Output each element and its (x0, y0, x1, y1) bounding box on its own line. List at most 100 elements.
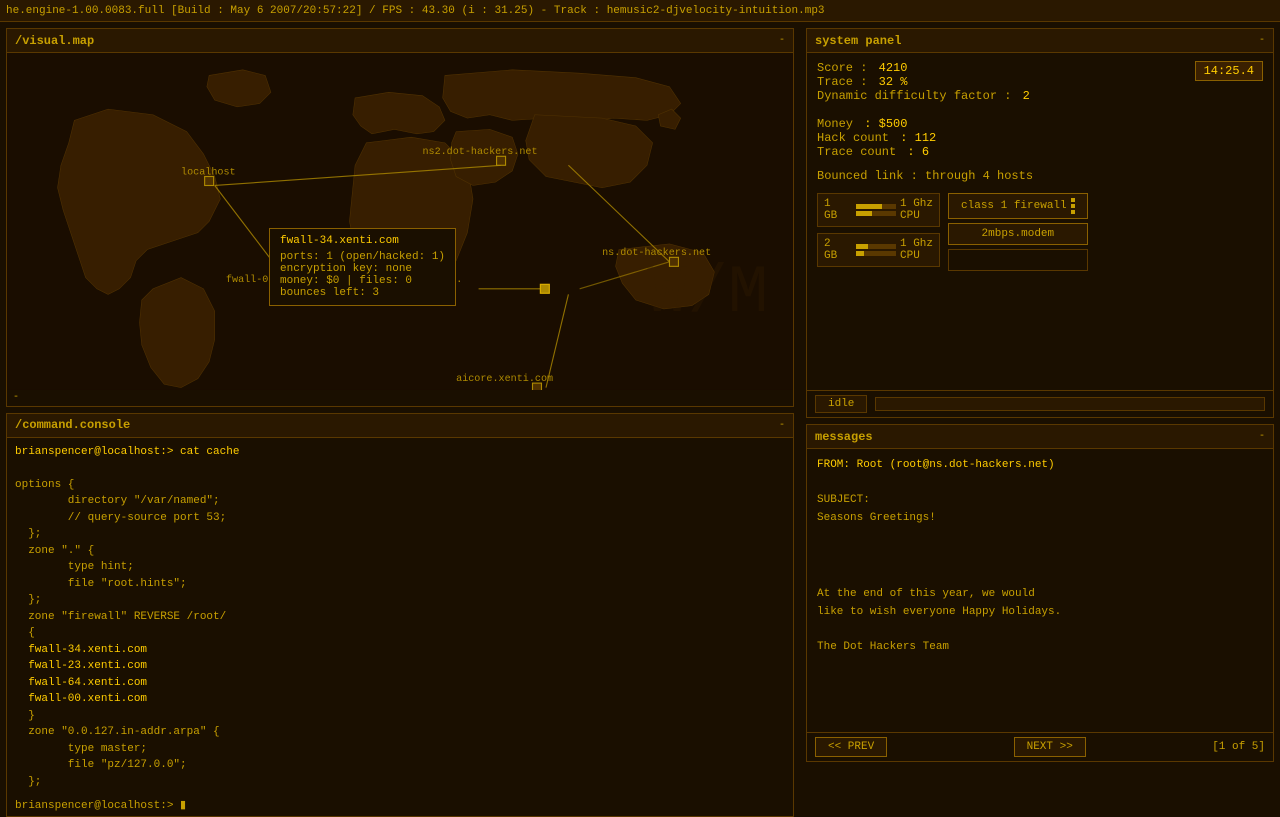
trace-count-value: : 6 (907, 145, 929, 159)
hw-ram-2: 2GB (824, 238, 852, 262)
hw-bar-2b (856, 251, 896, 256)
difficulty-value: 2 (1023, 89, 1030, 103)
messages-panel-title: messages (815, 430, 873, 444)
hw-bar-group-1 (856, 204, 896, 216)
hw-component-1: 1GB 1 GhzCPU (817, 193, 940, 227)
console-line-4: directory "/var/named"; (15, 493, 785, 510)
tooltip-encryption: encryption key: none (280, 263, 445, 275)
score-label: Score : (817, 61, 867, 75)
console-line-12: { (15, 625, 785, 642)
hw-component-2: 2GB 1 GhzCPU (817, 233, 940, 267)
message-from: FROM: Root (root@ns.dot-hackers.net) (817, 457, 1263, 475)
svg-text:localhost: localhost (181, 166, 236, 178)
hack-value: : 112 (900, 131, 936, 145)
status-idle-label: idle (815, 395, 867, 413)
console-line-21: }; (15, 774, 785, 791)
difficulty-line: Dynamic difficulty factor : 2 (817, 89, 1195, 103)
messages-content: FROM: Root (root@ns.dot-hackers.net) SUB… (807, 449, 1273, 732)
system-content: Score : 4210 Trace : 32 % Dynamic diffic… (807, 53, 1273, 390)
map-panel-header: /visual.map - (7, 29, 793, 53)
console-line-3: options { (15, 477, 785, 494)
message-body3 (817, 621, 1263, 639)
message-signature: The Dot Hackers Team (817, 639, 1263, 657)
empty-button[interactable] (948, 249, 1088, 271)
tooltip-title: fwall-34.xenti.com (280, 235, 445, 247)
money-value: : $500 (864, 117, 907, 131)
system-minimize-button[interactable]: - (1259, 35, 1265, 46)
hw-left: 1GB 1 GhzCPU (817, 193, 940, 267)
svg-text:W/M: W/M (647, 256, 768, 332)
trace-line: Trace : 32 % (817, 75, 1195, 89)
hw-bar-1b (856, 211, 896, 216)
divider2 (817, 159, 1263, 169)
hw-cpu-2: 1 GhzCPU (900, 238, 933, 262)
console-line-11: zone "firewall" REVERSE /root/ (15, 609, 785, 626)
hw-bar-group-2 (856, 244, 896, 256)
svg-text:aicore.xenti.com: aicore.xenti.com (456, 373, 553, 385)
messages-footer: << PREV NEXT >> [1 of 5] (807, 732, 1273, 761)
difficulty-label: Dynamic difficulty factor : (817, 89, 1011, 103)
bounced-line: Bounced link : through 4 hosts (817, 169, 1263, 183)
indicator-dot-1 (1071, 198, 1075, 202)
map-bottom-bar: - (7, 390, 793, 406)
hw-bar-fill-1a (856, 204, 882, 209)
console-line-5: // query-source port 53; (15, 510, 785, 527)
system-panel-title: system panel (815, 34, 901, 48)
console-line-9: file "root.hints"; (15, 576, 785, 593)
console-line-19: type master; (15, 741, 785, 758)
tooltip-money: money: $0 | files: 0 (280, 275, 445, 287)
console-line-6: }; (15, 526, 785, 543)
empty-button-label (1015, 254, 1022, 266)
firewall-button[interactable]: class 1 firewall (948, 193, 1088, 219)
message-subject: Seasons Greetings! (817, 510, 1263, 528)
hw-bar-fill-2b (856, 251, 864, 256)
system-status-bar: idle (807, 390, 1273, 417)
map-minimize-button[interactable]: - (779, 35, 785, 46)
trace-count-label: Trace count (817, 145, 896, 159)
title-bar: he.engine-1.00.0083.full [Build : May 6 … (0, 0, 1280, 22)
modem-button-label: 2mbps.modem (982, 228, 1055, 240)
message-blank3 (817, 545, 1263, 563)
message-body1: At the end of this year, we would (817, 586, 1263, 604)
messages-minimize-button[interactable]: - (1259, 431, 1265, 442)
svg-text:ns2.dot-hackers.net: ns2.dot-hackers.net (422, 146, 537, 158)
time-badge: 14:25.4 (1195, 61, 1263, 81)
score-row: Score : 4210 Trace : 32 % Dynamic diffic… (817, 61, 1263, 103)
hw-bar-fill-2a (856, 244, 868, 249)
indicator-dot-2 (1071, 204, 1075, 208)
console-input-line: brianspencer@localhost:> ▮ (7, 796, 793, 816)
console-line-1: brianspencer@localhost:> cat cache (15, 444, 785, 461)
score-block: Score : 4210 Trace : 32 % Dynamic diffic… (817, 61, 1195, 103)
trace-count-line: Trace count : 6 (817, 145, 1263, 159)
hw-bar-2a (856, 244, 896, 249)
console-content[interactable]: brianspencer@localhost:> cat cache optio… (7, 438, 793, 797)
hw-bar-1a (856, 204, 896, 209)
firewall-indicator (1071, 198, 1075, 214)
console-line-16: fwall-00.xenti.com (15, 691, 785, 708)
prev-message-button[interactable]: << PREV (815, 737, 887, 757)
modem-button[interactable]: 2mbps.modem (948, 223, 1088, 245)
status-progress-bar (875, 397, 1265, 411)
console-prompt: brianspencer@localhost:> (15, 800, 173, 812)
message-blank2 (817, 527, 1263, 545)
money-line: Money : $500 (817, 117, 1263, 131)
console-panel-header: /command.console - (7, 414, 793, 438)
next-message-button[interactable]: NEXT >> (1014, 737, 1086, 757)
score-line: Score : 4210 (817, 61, 1195, 75)
console-minimize-button[interactable]: - (779, 420, 785, 431)
console-cursor: ▮ (180, 800, 186, 812)
system-panel: system panel - Score : 4210 Trace : 32 % (806, 28, 1274, 418)
message-blank1 (817, 475, 1263, 493)
console-line-20: file "pz/127.0.0"; (15, 757, 785, 774)
messages-panel-header: messages - (807, 425, 1273, 449)
trace-value: 32 % (879, 75, 908, 89)
hw-ram-1: 1GB (824, 198, 852, 222)
console-line-blank (15, 460, 785, 477)
indicator-dot-3 (1071, 210, 1075, 214)
map-panel-title: /visual.map (15, 34, 94, 48)
console-line-14: fwall-23.xenti.com (15, 658, 785, 675)
console-line-8: type hint; (15, 559, 785, 576)
console-line-13: fwall-34.xenti.com (15, 642, 785, 659)
tooltip-ports: ports: 1 (open/hacked: 1) (280, 251, 445, 263)
hack-line: Hack count : 112 (817, 131, 1263, 145)
